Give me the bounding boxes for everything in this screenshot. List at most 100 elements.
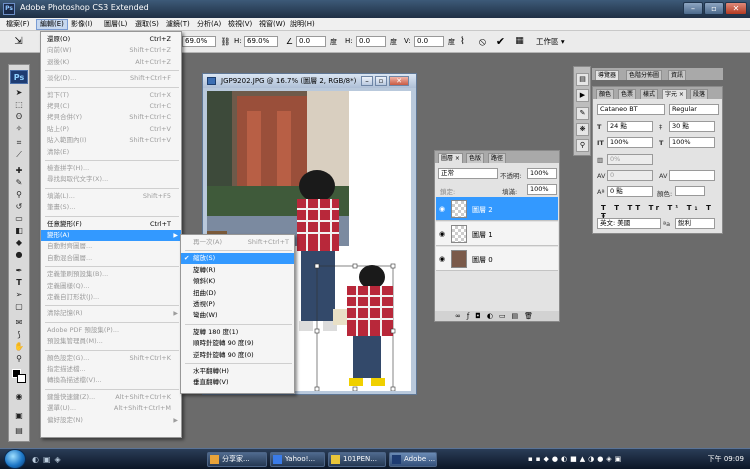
baseline-shift-input[interactable]: 0 點 xyxy=(607,186,653,197)
horizontal-scale-input[interactable]: 100% xyxy=(669,137,715,148)
edit-menu-item[interactable]: 指定描述檔... xyxy=(41,364,181,375)
vertical-scale-input[interactable]: 100% xyxy=(607,137,653,148)
tab-paths[interactable]: 路徑 xyxy=(488,153,507,163)
pen-tool-icon[interactable]: ✒ xyxy=(11,265,27,276)
tray-icons[interactable]: ▪▪◆●◐■▲◑●◈▣ xyxy=(528,451,624,468)
tab-color[interactable]: 顏色 xyxy=(596,89,615,99)
layer-row-0[interactable]: ◉ 圖層 0 xyxy=(436,247,558,271)
edit-menu-item[interactable]: 自動對齊圖層... xyxy=(41,241,181,252)
doc-maximize-button[interactable]: ▫ xyxy=(375,76,387,86)
edit-menu-item[interactable]: 轉換為描述檔(V)... xyxy=(41,375,181,386)
crop-tool-icon[interactable]: ⌗ xyxy=(11,137,27,148)
edit-menu-item[interactable]: 退後(K) Alt+Ctrl+Z xyxy=(41,57,181,68)
tracking-select[interactable] xyxy=(669,170,715,181)
edit-menu-item[interactable]: 任意變形(F) Ctrl+T xyxy=(41,219,181,230)
zoom-tool-icon[interactable]: ⚲ xyxy=(11,353,27,364)
taskbar-item-share[interactable]: 分享家... xyxy=(207,452,267,467)
magic-wand-tool-icon[interactable]: ✧ xyxy=(11,123,27,134)
brush-tool-icon[interactable]: ✎ xyxy=(11,177,27,188)
taskbar-item-adobe[interactable]: Adobe ... xyxy=(389,452,437,467)
menu-help[interactable]: 說明(H) xyxy=(287,19,318,30)
tracking-input[interactable]: 0% xyxy=(607,154,653,165)
dock-tool-presets-icon[interactable]: ✎ xyxy=(576,107,589,120)
slice-tool-icon[interactable]: ⟋ xyxy=(11,149,27,160)
screen-mode-icon[interactable]: ▣ xyxy=(11,410,27,421)
eyedropper-tool-icon[interactable]: ⟆ xyxy=(11,329,27,340)
dock-clone-source-icon[interactable]: ⚲ xyxy=(576,139,589,152)
font-size-input[interactable]: 24 點 xyxy=(607,121,653,132)
lasso-tool-icon[interactable]: ʘ xyxy=(11,111,27,122)
shape-tool-icon[interactable]: ▢ xyxy=(11,301,27,312)
close-button[interactable]: ✕ xyxy=(725,2,747,15)
edit-in-imageready-icon[interactable]: ▤ xyxy=(11,425,27,436)
tab-info[interactable]: 資訊 xyxy=(668,70,687,80)
height-scale-input[interactable]: 69.0% xyxy=(244,36,278,47)
edit-menu-item[interactable]: 定義筆刷預設集(B)... xyxy=(41,269,181,280)
cancel-transform-icon[interactable]: ⦸ xyxy=(476,35,489,48)
edit-menu-item[interactable]: 變形(A) ▶ xyxy=(41,230,181,241)
maximize-button[interactable]: ▫ xyxy=(704,2,724,15)
tab-paragraph[interactable]: 段落 xyxy=(690,89,709,99)
menu-file[interactable]: 檔案(F) xyxy=(3,19,33,30)
menu-select[interactable]: 選取(S) xyxy=(132,19,162,30)
vskew-input[interactable]: 0.0 xyxy=(414,36,444,47)
menu-layer[interactable]: 圖層(L) xyxy=(101,19,130,30)
edit-menu-item[interactable]: 還原(O) Ctrl+Z xyxy=(41,34,181,45)
healing-brush-tool-icon[interactable]: ✚ xyxy=(11,165,27,176)
history-brush-tool-icon[interactable]: ↺ xyxy=(11,201,27,212)
notes-tool-icon[interactable]: ✉ xyxy=(11,317,27,328)
font-family-select[interactable]: Cataneo BT xyxy=(597,104,665,115)
tab-navigator[interactable]: 導覽器 xyxy=(595,70,620,80)
edit-menu-item[interactable]: 拷貝(C) Ctrl+C xyxy=(41,101,181,112)
edit-menu-item[interactable]: 選單(U)... Alt+Shift+Ctrl+M xyxy=(41,403,181,414)
edit-menu-item[interactable]: 筆畫(S)... xyxy=(41,202,181,213)
move-tool-icon[interactable]: ➤ xyxy=(11,87,27,98)
type-tool-icon[interactable]: T xyxy=(11,277,27,288)
menu-image[interactable]: 影像(I) xyxy=(68,19,96,30)
hskew-input[interactable]: 0.0 xyxy=(356,36,386,47)
tab-channels[interactable]: 色版 xyxy=(466,153,485,163)
edit-menu-item[interactable]: 顏色設定(G)... Shift+Ctrl+K xyxy=(41,353,181,364)
edit-menu-item[interactable]: 淡化(D)... Shift+Ctrl+F xyxy=(41,73,181,84)
start-button[interactable] xyxy=(4,449,26,469)
layer-row-1[interactable]: ◉ 圖層 1 xyxy=(436,222,558,246)
marquee-tool-icon[interactable]: ⬚ xyxy=(11,99,27,110)
tab-styles[interactable]: 樣式 xyxy=(640,89,659,99)
transform-menu-item[interactable]: 逆時針旋轉 90 度(0) xyxy=(181,350,294,361)
doc-minimize-button[interactable]: – xyxy=(361,76,373,86)
width-scale-input[interactable]: 69.0% xyxy=(182,36,216,47)
workspace-button[interactable]: 工作區 ▾ xyxy=(536,36,565,47)
clone-stamp-tool-icon[interactable]: ⚲ xyxy=(11,189,27,200)
edit-menu-item[interactable]: 鍵盤快速鍵(Z)... Alt+Shift+Ctrl+K xyxy=(41,392,181,403)
edit-menu-item[interactable]: Adobe PDF 預設集(P)... xyxy=(41,325,181,336)
transform-menu-item[interactable]: 旋轉 180 度(1) xyxy=(181,327,294,338)
edit-menu-item[interactable]: 預設集管理員(M)... xyxy=(41,336,181,347)
background-color-swatch[interactable] xyxy=(17,374,26,383)
dock-actions-icon[interactable]: ▶ xyxy=(576,89,589,102)
leading-input[interactable]: 30 點 xyxy=(669,121,715,132)
text-color-swatch[interactable] xyxy=(675,186,705,196)
tab-swatches[interactable]: 色票 xyxy=(618,89,637,99)
layer-row-2[interactable]: ◉ 圖層 2 xyxy=(436,197,558,221)
type-style-buttons[interactable]: T T TT Tr T¹ T₁ T Ŧ xyxy=(601,204,721,220)
menu-analysis[interactable]: 分析(A) xyxy=(194,19,224,30)
tab-histogram[interactable]: 色階分佈圖 xyxy=(626,70,663,80)
kerning-input[interactable]: 0 xyxy=(607,170,653,181)
antialias-select[interactable]: 銳利 xyxy=(675,218,715,229)
dock-brushes-icon[interactable]: ❋ xyxy=(576,123,589,136)
transform-menu-item[interactable]: 垂直翻轉(V) xyxy=(181,377,294,388)
transform-menu-item[interactable]: ✔ 縮放(S) xyxy=(181,253,294,265)
clock[interactable]: 下午 09:09 xyxy=(708,451,744,468)
edit-menu-item[interactable]: 填滿(L)... Shift+F5 xyxy=(41,191,181,202)
edit-menu-item[interactable]: 尋找與取代文字(X)... xyxy=(41,174,181,185)
quick-mask-icon[interactable]: ◉ xyxy=(11,391,27,402)
doc-close-button[interactable]: ✕ xyxy=(389,76,409,86)
edit-menu-item[interactable]: 貼上(P) Ctrl+V xyxy=(41,124,181,135)
edit-menu-item[interactable]: 貼入範圍內(I) Shift+Ctrl+V xyxy=(41,135,181,146)
rotate-angle-input[interactable]: 0.0 xyxy=(296,36,326,47)
transform-menu-item[interactable]: 透視(P) xyxy=(181,299,294,310)
taskbar-item-yahoo[interactable]: Yahoo!... xyxy=(270,452,325,467)
link-icon[interactable]: ⛓ xyxy=(219,35,232,48)
edit-menu-item[interactable]: 剪下(T) Ctrl+X xyxy=(41,90,181,101)
tab-character[interactable]: 字元 × xyxy=(662,89,687,99)
